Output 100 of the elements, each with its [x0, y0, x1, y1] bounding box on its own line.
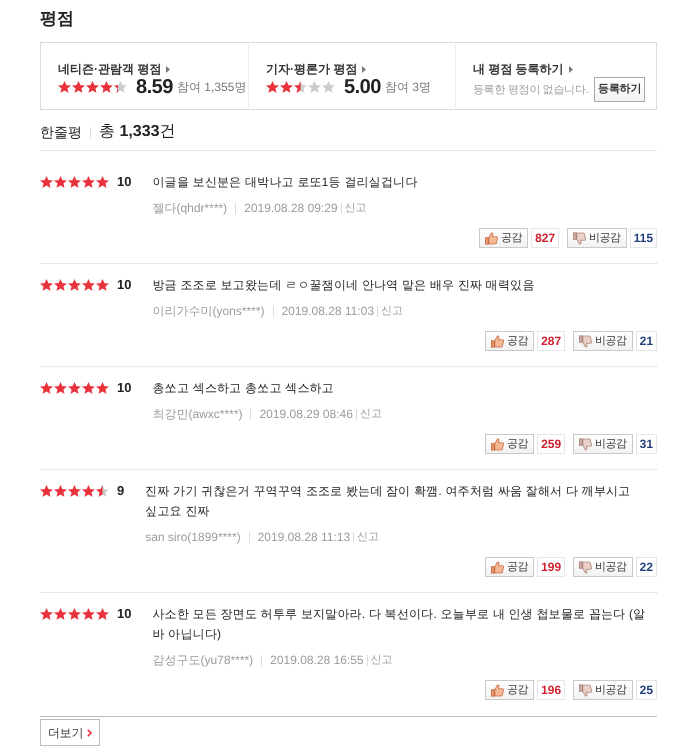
- review-score: 10: [117, 276, 132, 294]
- like-button[interactable]: 공감: [485, 434, 534, 454]
- star-icon: [86, 81, 99, 93]
- star-icon: [40, 176, 53, 188]
- dislike-count: 22: [636, 557, 657, 577]
- star-icon: [40, 608, 53, 620]
- star-icon: [82, 608, 95, 620]
- rating-link[interactable]: 네티즌·관람객 평점: [58, 61, 170, 77]
- star-icon: [54, 176, 67, 188]
- more-button[interactable]: 더보기: [40, 719, 100, 746]
- caret-right-icon: [166, 66, 170, 72]
- like-count: 259: [537, 434, 566, 454]
- review-text: 진짜 가기 귀찮은거 꾸역꾸역 조조로 봤는데 잠이 확깸. 여주처럼 싸움 잘해서 다 깨부시고 싶고요 진짜: [145, 483, 632, 520]
- review-author: san siro(1899****): [145, 529, 241, 545]
- thumbs-down-icon: [579, 684, 592, 696]
- review-score: 10: [117, 379, 132, 397]
- no-rating-message: 등록한 평점이 없습니다.: [473, 82, 588, 98]
- review-author: 젤다(qhdr****): [152, 200, 228, 216]
- rating-link[interactable]: 기자·평론가 평점: [266, 61, 366, 77]
- rating-score: 5.00: [344, 77, 381, 97]
- thumbs-down-icon: [579, 438, 592, 450]
- like-count: 196: [537, 680, 566, 700]
- dislike-button[interactable]: 비공감: [573, 680, 633, 700]
- star-icon: [58, 81, 71, 93]
- review-author: 이리가수미(yons****): [152, 303, 264, 319]
- star-icon: [68, 279, 81, 291]
- register-button[interactable]: 등록하기: [594, 77, 645, 102]
- star-icon: [68, 382, 81, 394]
- review-author: 감성구도(yu78****): [152, 652, 254, 668]
- dislike-count: 31: [636, 434, 657, 454]
- dislike-button[interactable]: 비공감: [573, 557, 633, 577]
- review-text: 총쏘고 섹스하고 총쏘고 섹스하고: [152, 380, 335, 397]
- review-date: 2019.08.29 08:46: [259, 406, 353, 422]
- star-icon: [100, 81, 113, 93]
- star-icon: [114, 81, 127, 93]
- review-score: 10: [117, 173, 132, 191]
- star-icon: [68, 608, 81, 620]
- caret-right-icon: [362, 66, 366, 72]
- thumbs-up-icon: [491, 438, 504, 450]
- review-date: 2019.08.28 09:29: [244, 200, 338, 216]
- like-count: 287: [537, 331, 566, 351]
- like-count: 827: [531, 228, 560, 248]
- star-icon: [40, 382, 53, 394]
- thumbs-up-icon: [491, 560, 504, 574]
- dislike-button[interactable]: 비공감: [567, 228, 627, 248]
- review-author: 최강민(awxc****): [152, 406, 242, 422]
- review-text: 사소한 모든 장면도 허투루 보지말아라. 다 복선이다. 오늘부로 내 인생 첩보물로 꼽는다 (알바 아닙니다): [152, 606, 646, 643]
- star-icon: [54, 485, 67, 497]
- review-score: 9: [117, 482, 124, 500]
- review-date: 2019.08.28 11:13: [258, 529, 350, 545]
- rating-score: 8.59: [136, 77, 173, 97]
- section-heading: 한줄평: [40, 123, 82, 142]
- star-icon: [294, 81, 307, 93]
- caret-right-icon: [568, 66, 573, 72]
- star-icon: [54, 608, 67, 620]
- like-button[interactable]: 공감: [485, 557, 534, 577]
- dislike-count: 25: [636, 680, 657, 700]
- review-date: 2019.08.28 11:03: [282, 303, 374, 319]
- star-icon: [96, 485, 109, 497]
- participant-count: 참여 3명: [384, 79, 431, 95]
- star-icon: [82, 279, 95, 291]
- rating-link[interactable]: 내 평점 등록하기: [473, 61, 573, 77]
- thumbs-down-icon: [579, 560, 592, 574]
- section-title: 평점: [40, 8, 75, 30]
- star-icon: [40, 279, 53, 291]
- star-icon: [82, 485, 95, 497]
- star-icon: [82, 382, 95, 394]
- dislike-count: 115: [630, 228, 657, 248]
- star-icon: [280, 81, 293, 93]
- star-icon: [96, 176, 109, 188]
- star-icon: [308, 81, 321, 93]
- star-icon: [54, 382, 67, 394]
- review-text: 방금 조조로 보고왔는데 ㄹㅇ꿀잼이네 안나역 맡은 배우 진짜 매력있음: [152, 277, 536, 294]
- like-count: 199: [537, 557, 566, 577]
- dislike-button[interactable]: 비공감: [573, 434, 633, 454]
- thumbs-down-icon: [573, 232, 586, 244]
- star-icon: [96, 279, 109, 291]
- like-button[interactable]: 공감: [485, 331, 534, 351]
- thumbs-up-icon: [491, 684, 504, 696]
- review-text: 이글을 보신분은 대박나고 로또1등 걸리실겁니다: [152, 174, 418, 191]
- thumbs-down-icon: [579, 334, 592, 348]
- review-score: 10: [117, 605, 132, 623]
- participant-count: 참여 1,355명: [176, 79, 246, 95]
- dislike-button[interactable]: 비공감: [573, 331, 633, 351]
- star-icon: [54, 279, 67, 291]
- review-total: 총 1,333건: [99, 122, 176, 142]
- dislike-count: 21: [636, 331, 657, 351]
- like-button[interactable]: 공감: [485, 680, 534, 700]
- star-icon: [68, 176, 81, 188]
- like-button[interactable]: 공감: [479, 228, 528, 248]
- chevron-right-icon: [87, 728, 92, 736]
- star-icon: [266, 81, 279, 93]
- star-icon: [322, 81, 335, 93]
- star-icon: [82, 176, 95, 188]
- star-icon: [72, 81, 85, 93]
- star-icon: [40, 485, 53, 497]
- star-icon: [96, 608, 109, 620]
- review-date: 2019.08.28 16:55: [270, 652, 364, 668]
- thumbs-up-icon: [485, 232, 498, 244]
- star-icon: [68, 485, 81, 497]
